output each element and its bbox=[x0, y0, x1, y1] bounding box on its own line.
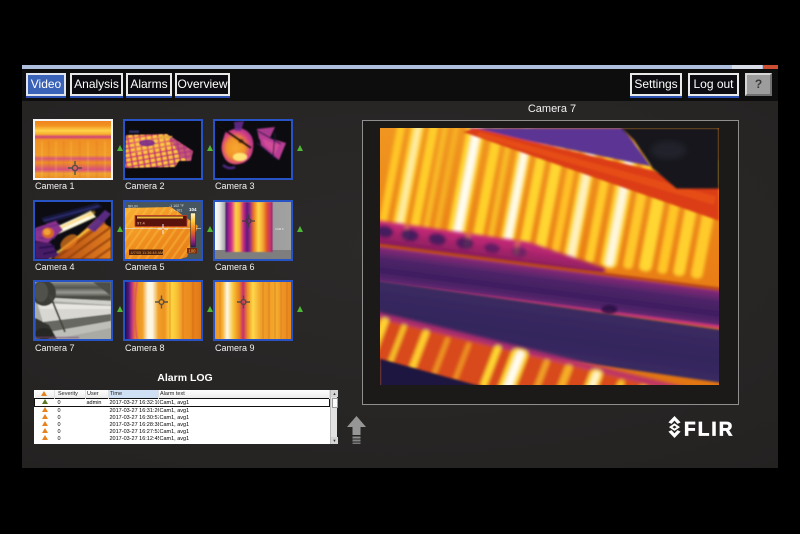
svg-text:FLIR: FLIR bbox=[684, 420, 735, 441]
svg-text:4/7/05 11:36:48 AM: 4/7/05 11:36:48 AM bbox=[131, 251, 164, 255]
svg-text:-1 102 °F: -1 102 °F bbox=[169, 204, 185, 208]
svg-text:104: 104 bbox=[189, 207, 197, 212]
svg-text:97.4: 97.4 bbox=[137, 221, 146, 226]
svg-text:$FLIR: $FLIR bbox=[128, 205, 138, 209]
svg-text:100: 100 bbox=[189, 249, 197, 254]
svg-text:CAM 6: CAM 6 bbox=[275, 227, 284, 231]
svg-text:-1 > 101: -1 > 101 bbox=[169, 209, 182, 213]
